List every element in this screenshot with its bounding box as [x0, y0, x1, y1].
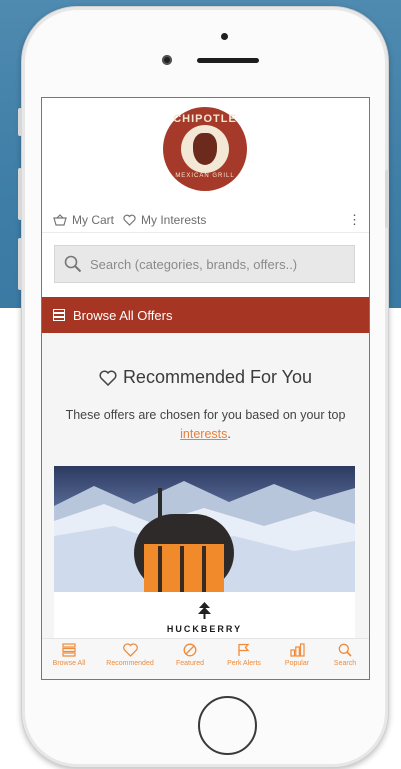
tab-popular[interactable]: Popular — [270, 643, 324, 667]
basket-icon — [53, 214, 67, 226]
volume-down-button — [18, 238, 22, 290]
recommended-desc-text: These offers are chosen for you based on… — [65, 408, 346, 422]
tab-popular-label: Popular — [284, 660, 310, 667]
tab-search-label: Search — [333, 660, 357, 667]
tab-perk-alerts-label: Perk Alerts — [227, 660, 261, 667]
tree-logo-icon — [198, 602, 211, 619]
tab-browse-all-label: Browse All — [52, 660, 86, 667]
mountain-sauna-illustration — [54, 466, 355, 592]
flag-icon — [238, 643, 250, 656]
search-icon — [64, 255, 82, 273]
brand-logo[interactable]: CHIPOTLE MEXICAN GRILL — [163, 107, 247, 191]
recommended-title: Recommended For You — [122, 367, 313, 387]
earpiece-speaker — [197, 58, 259, 63]
tab-browse-all[interactable]: Browse All — [42, 643, 96, 667]
front-camera — [162, 55, 172, 65]
tab-featured[interactable]: Featured — [163, 643, 217, 667]
offer-brand-name: HUCKBERRY — [166, 624, 243, 634]
kebab-menu-icon[interactable]: ⋮ — [348, 212, 361, 228]
heart-icon — [122, 643, 138, 657]
search-input[interactable] — [90, 256, 330, 272]
recommended-section: Recommended For You These offers are cho… — [42, 333, 369, 646]
logo-ring: CHIPOTLE MEXICAN GRILL — [163, 107, 247, 191]
tab-recommended[interactable]: Recommended — [102, 643, 158, 667]
bar-chart-icon — [289, 643, 305, 657]
mute-switch — [18, 108, 22, 136]
pepper-icon — [193, 133, 217, 165]
my-cart-label: My Cart — [72, 213, 114, 227]
logo-text-bottom: MEXICAN GRILL — [175, 173, 235, 179]
my-interests-link[interactable]: My Interests — [123, 213, 206, 227]
heart-outline-icon — [123, 214, 136, 226]
recommended-description: These offers are chosen for you based on… — [60, 406, 351, 444]
tab-recommended-label: Recommended — [106, 660, 154, 667]
volume-up-button — [18, 168, 22, 220]
no-entry-icon — [183, 643, 197, 657]
heart-icon — [99, 370, 117, 386]
search-icon — [338, 643, 352, 657]
app-screen: CHIPOTLE MEXICAN GRILL My Cart My Intere… — [41, 97, 370, 680]
browse-all-offers-label: Browse All Offers — [73, 307, 173, 323]
logo-text-top: CHIPOTLE — [173, 113, 237, 125]
my-interests-label: My Interests — [141, 213, 207, 227]
nav-divider — [42, 232, 369, 233]
search-bar[interactable] — [54, 245, 355, 283]
my-cart-link[interactable]: My Cart — [53, 213, 114, 227]
offer-card[interactable]: HUCKBERRY — [54, 466, 355, 646]
power-button — [385, 170, 389, 228]
interests-link[interactable]: interests — [180, 427, 227, 441]
home-button[interactable] — [198, 696, 257, 755]
tab-search[interactable]: Search — [318, 643, 369, 667]
list-icon — [62, 643, 76, 657]
recommended-heading: Recommended For You — [42, 367, 369, 388]
browse-all-offers-button[interactable]: Browse All Offers — [42, 297, 369, 333]
recommended-desc-suffix: . — [227, 427, 231, 441]
tab-featured-label: Featured — [175, 660, 205, 667]
tab-perk-alerts[interactable]: Perk Alerts — [217, 643, 271, 667]
front-sensor — [221, 33, 228, 40]
list-icon — [53, 309, 65, 321]
bottom-tab-bar: Browse All Recommended Featured Perk Ale… — [42, 638, 369, 679]
offer-image — [54, 466, 355, 592]
top-nav: My Cart My Interests ⋮ — [53, 210, 361, 232]
